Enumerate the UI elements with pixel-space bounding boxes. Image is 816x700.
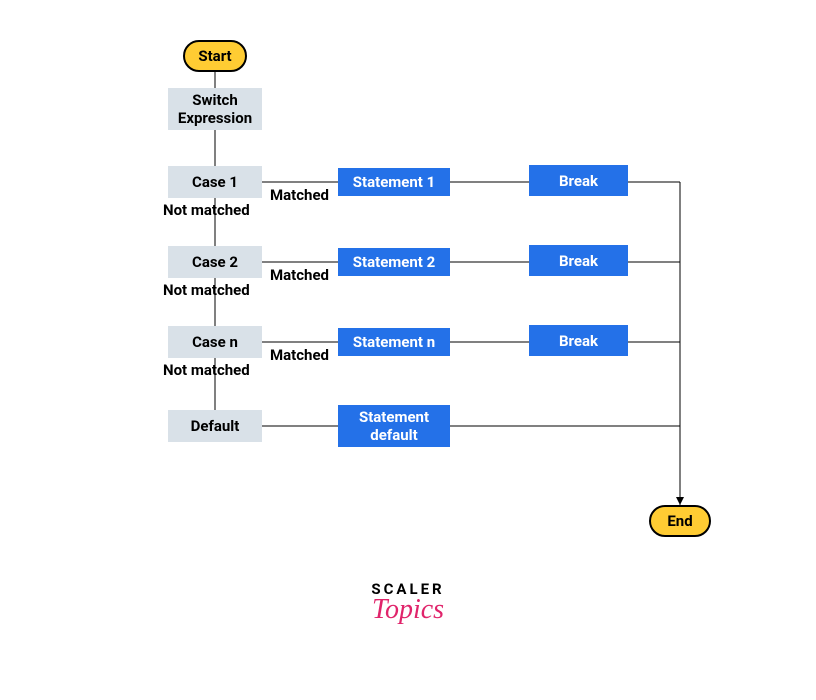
case-box: Case 1 [168,166,262,198]
brand-bottom: Topics [0,594,816,626]
not-matched-label: Not matched [163,361,250,379]
matched-label: Matched [270,346,329,364]
case-box: Case 2 [168,246,262,278]
end-terminal: End [649,505,711,537]
not-matched-label: Not matched [163,281,250,299]
matched-label: Matched [270,186,329,204]
statement-box: Statement 1 [338,168,450,196]
statement-box: Statement 2 [338,248,450,276]
switch-expression-box: Switch Expression [168,88,262,130]
start-terminal: Start [183,40,247,72]
statement-default-box: Statement default [338,405,450,447]
break-box: Break [529,245,628,276]
brand-logo: SCALER Topics [0,580,816,626]
break-box: Break [529,325,628,356]
not-matched-label: Not matched [163,201,250,219]
case-box: Case n [168,326,262,358]
default-box: Default [168,410,262,442]
statement-box: Statement n [338,328,450,356]
matched-label: Matched [270,266,329,284]
break-box: Break [529,165,628,196]
